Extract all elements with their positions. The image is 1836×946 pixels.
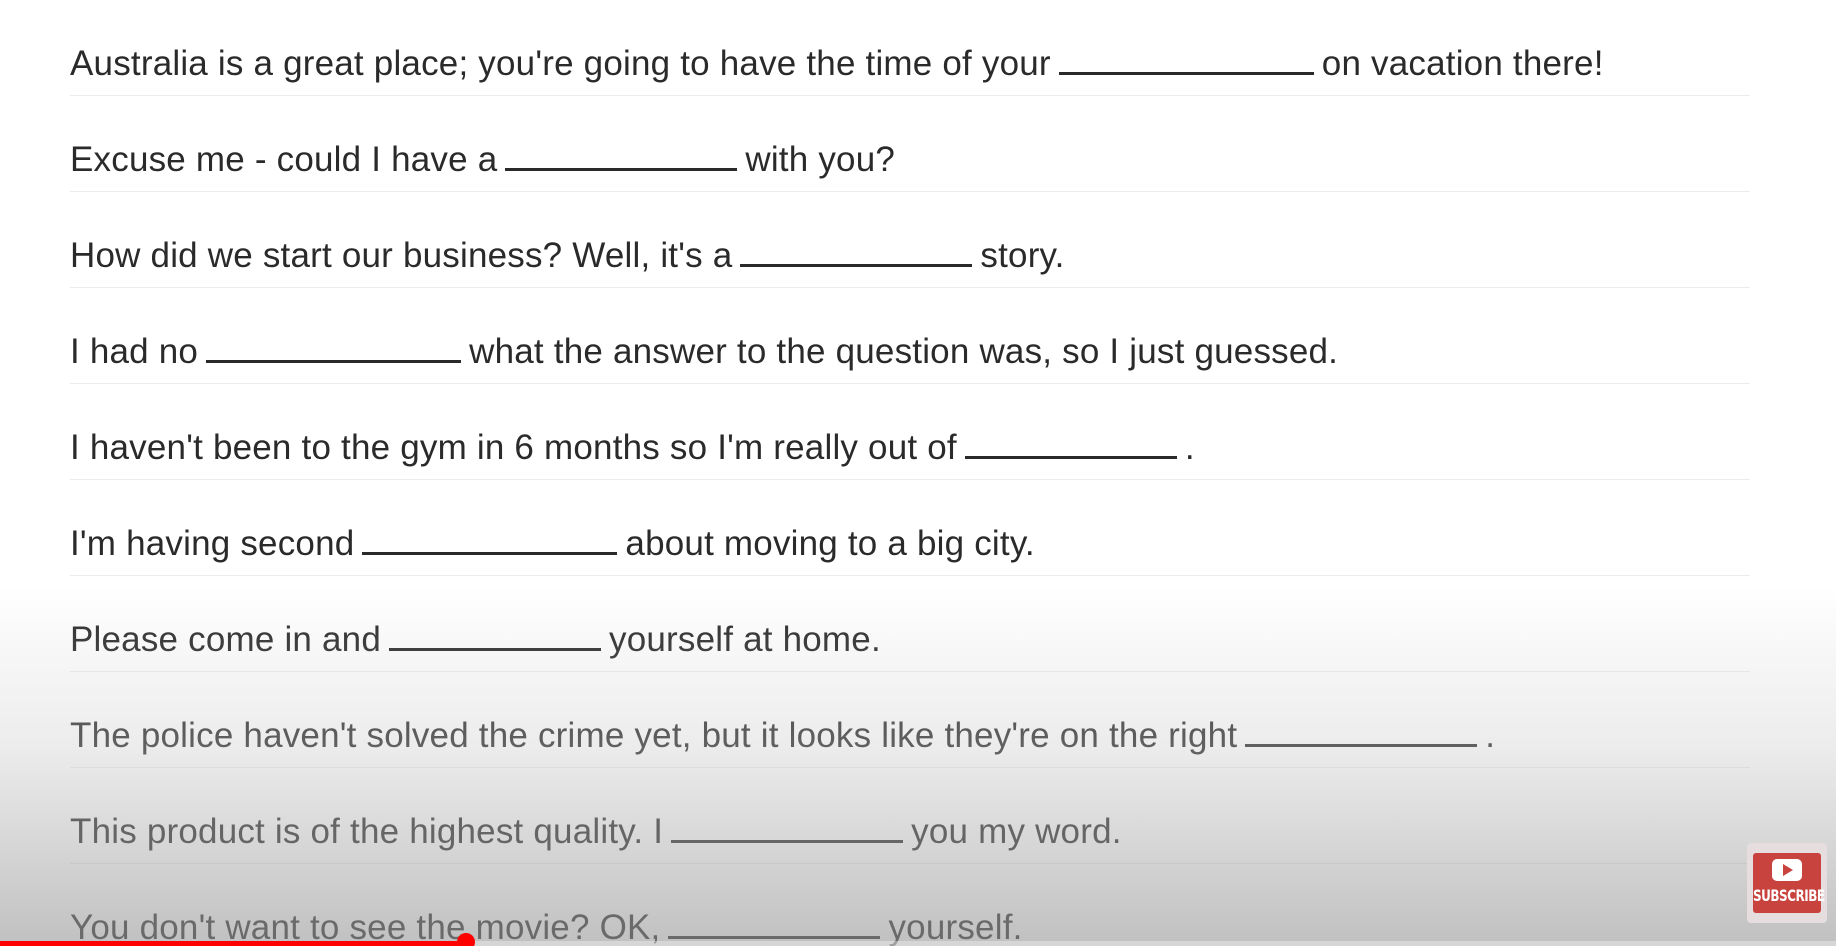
sentence-text-before: I haven't been to the gym in 6 months so… — [70, 428, 957, 467]
answer-blank — [671, 810, 904, 843]
sentence: I haven't been to the gym in 6 months so… — [70, 426, 1195, 468]
sentence-text-after: yourself at home. — [609, 620, 881, 659]
sentence-row: Excuse me - could I have a with you? — [70, 96, 1750, 192]
video-progress-bar[interactable] — [0, 933, 1836, 946]
sentence: The police haven't solved the crime yet,… — [70, 714, 1495, 756]
sentence-text-before: Australia is a great place; you're going… — [70, 44, 1051, 83]
scrubber-handle[interactable] — [457, 933, 476, 946]
sentence-row: Australia is a great place; you're going… — [70, 0, 1750, 96]
sentence-text-after: story. — [980, 236, 1065, 275]
sentence-row: I had no what the answer to the question … — [70, 288, 1750, 384]
sentence-text-after: on vacation there! — [1321, 44, 1604, 83]
sentence: Please come in and yourself at home. — [70, 618, 881, 660]
answer-blank — [1245, 714, 1478, 747]
sentence: Australia is a great place; you're going… — [70, 42, 1604, 84]
answer-blank — [1058, 42, 1314, 75]
sentence-row: You don't want to see the movie? OK, your… — [70, 864, 1750, 946]
sentence-text-after: you my word. — [911, 812, 1122, 851]
sentence-row: How did we start our business? Well, it'… — [70, 192, 1750, 288]
progress-played — [0, 941, 467, 946]
play-icon — [1772, 859, 1802, 881]
subscribe-button[interactable]: SUBSCRIBE — [1747, 843, 1827, 923]
sentence-row: Please come in and yourself at home. — [70, 576, 1750, 672]
answer-blank — [740, 234, 973, 267]
sentence-text-before: Excuse me - could I have a — [70, 140, 498, 179]
sentence: How did we start our business? Well, it'… — [70, 234, 1065, 276]
answer-blank — [206, 330, 462, 363]
sentence: Excuse me - could I have a with you? — [70, 138, 895, 180]
sentence-row: I haven't been to the gym in 6 months so… — [70, 384, 1750, 480]
answer-blank — [362, 522, 618, 555]
sentence: This product is of the highest quality. … — [70, 810, 1122, 852]
exercise-sentence-list: Australia is a great place; you're going… — [70, 0, 1750, 946]
sentence-text-before: The police haven't solved the crime yet,… — [70, 716, 1238, 755]
sentence: You don't want to see the movie? OK, your… — [70, 906, 1023, 946]
subscribe-label: SUBSCRIBE — [1753, 886, 1825, 906]
sentence-text-before: I'm having second — [70, 524, 355, 563]
sentence-text-before: I had no — [70, 332, 199, 371]
sentence-text-after: . — [1184, 428, 1195, 467]
sentence-text-after: with you? — [745, 140, 896, 179]
sentence-row: I'm having second about moving to a big c… — [70, 480, 1750, 576]
answer-blank — [505, 138, 738, 171]
sentence: I'm having second about moving to a big c… — [70, 522, 1035, 564]
sentence-row: The police haven't solved the crime yet,… — [70, 672, 1750, 768]
sentence: I had no what the answer to the question … — [70, 330, 1338, 372]
sentence-row: This product is of the highest quality. … — [70, 768, 1750, 864]
sentence-text-after: what the answer to the question was, so … — [469, 332, 1339, 371]
subscribe-badge: SUBSCRIBE — [1753, 853, 1825, 913]
answer-blank — [964, 426, 1177, 459]
answer-blank — [389, 618, 602, 651]
sentence-text-before: How did we start our business? Well, it'… — [70, 236, 733, 275]
answer-blank — [668, 906, 881, 939]
sentence-text-after: about moving to a big city. — [625, 524, 1035, 563]
sentence-text-before: This product is of the highest quality. … — [70, 812, 664, 851]
sentence-text-before: Please come in and — [70, 620, 382, 659]
sentence-text-after: . — [1485, 716, 1496, 755]
